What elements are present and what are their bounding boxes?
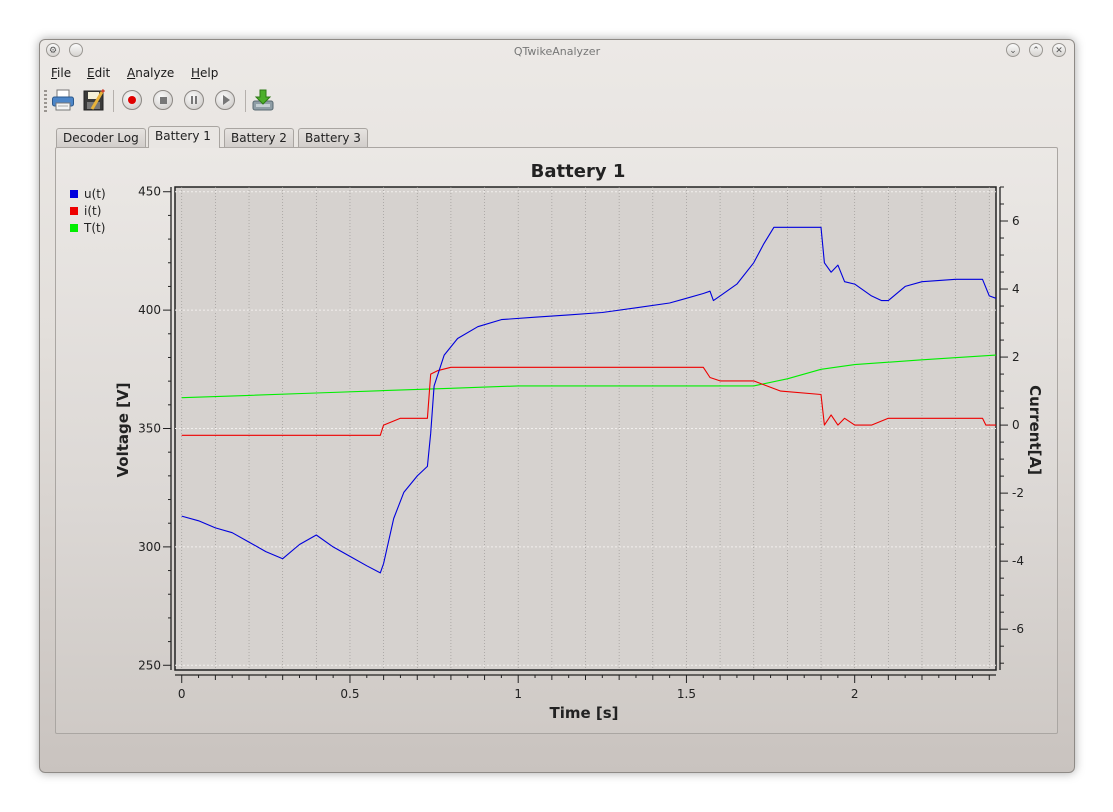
- legend-swatch: [70, 190, 78, 198]
- y2-tick-label: -2: [1012, 486, 1024, 500]
- x-tick-label: 2: [851, 687, 859, 701]
- tab-battery-1[interactable]: Battery 1: [148, 126, 220, 148]
- y-tick-label: 350: [138, 422, 161, 436]
- legend-swatch: [70, 224, 78, 232]
- y-tick-label: 400: [138, 303, 161, 317]
- x-tick-label: 1: [514, 687, 522, 701]
- y-axis-label: Voltage [V]: [114, 383, 132, 478]
- legend-swatch: [70, 207, 78, 215]
- legend: u(t) i(t) T(t): [70, 187, 106, 235]
- y2-tick-label: 6: [1012, 214, 1020, 228]
- y-tick-label: 450: [138, 185, 161, 199]
- x-tick-label: 1.5: [677, 687, 696, 701]
- y-tick-label: 250: [138, 658, 161, 672]
- y2-tick-label: 2: [1012, 350, 1020, 364]
- chart-title: Battery 1: [531, 161, 626, 182]
- battery-chart[interactable]: Battery 1 0 0.5 1 1.5 2 250 300 350 400 450 -6 -4 -2…: [0, 0, 1113, 812]
- x-axis-label: Time [s]: [549, 704, 618, 722]
- legend-label: T(t): [83, 221, 105, 235]
- y2-tick-label: 4: [1012, 282, 1020, 296]
- legend-label: u(t): [84, 187, 106, 201]
- y2-tick-label: -4: [1012, 554, 1024, 568]
- y2-axis-label: Current[A]: [1026, 385, 1044, 475]
- legend-label: i(t): [84, 204, 101, 218]
- x-tick-label: 0: [178, 687, 186, 701]
- y-tick-label: 300: [138, 540, 161, 554]
- y2-tick-label: -6: [1012, 622, 1024, 636]
- y2-tick-label: 0: [1012, 418, 1020, 432]
- x-tick-label: 0.5: [340, 687, 359, 701]
